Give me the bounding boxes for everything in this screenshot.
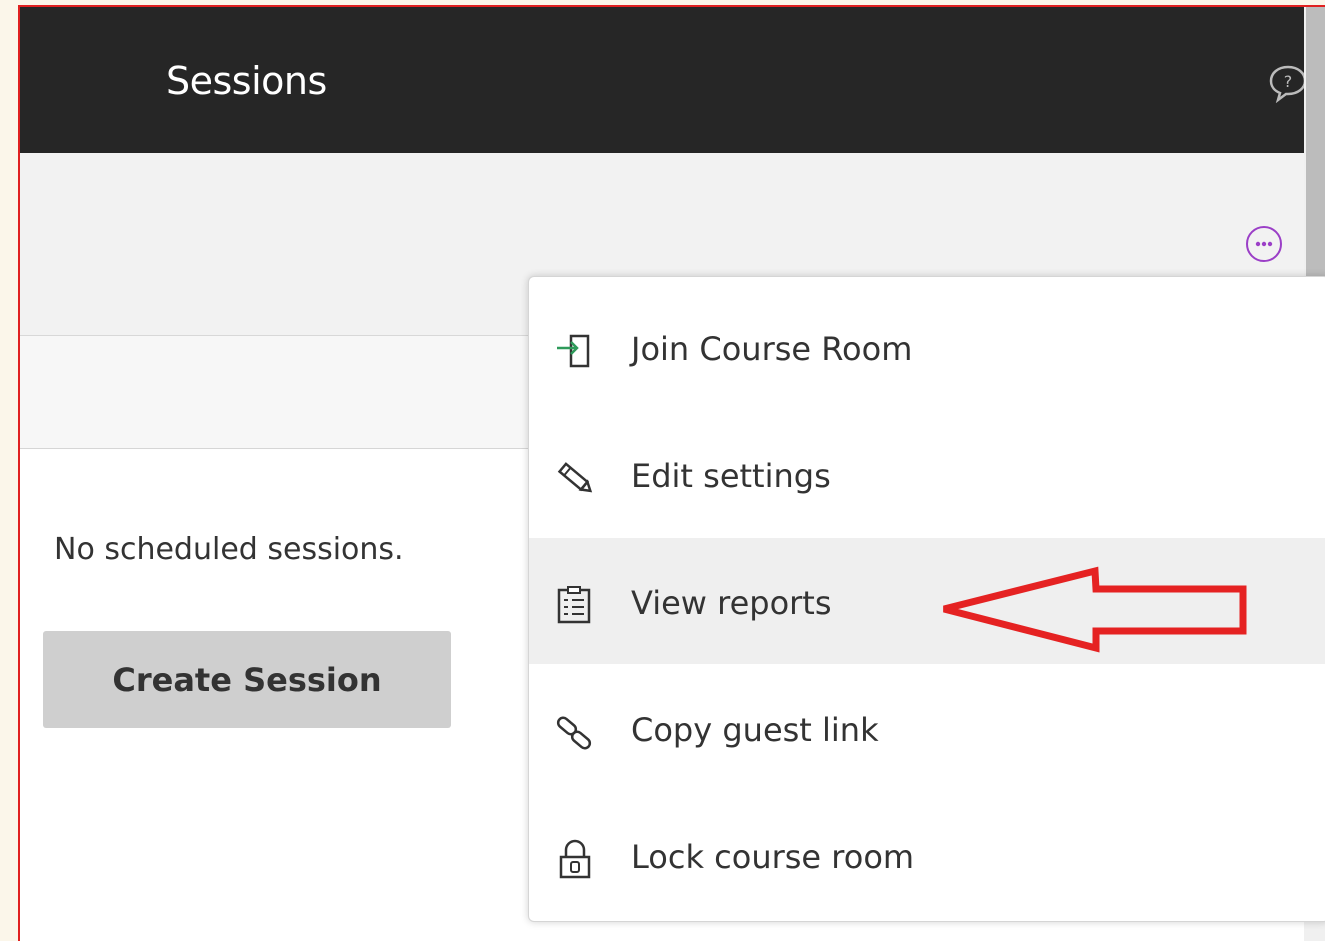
- link-icon: [556, 716, 592, 750]
- join-icon: [557, 334, 590, 368]
- report-icon: [557, 586, 591, 624]
- menu-item-edit-settings[interactable]: Edit settings: [529, 411, 1325, 537]
- menu-item-label: Copy guest link: [631, 711, 879, 749]
- menu-item-copy-guest-link[interactable]: Copy guest link: [529, 665, 1325, 791]
- menu-item-join-course-room[interactable]: Join Course Room: [529, 284, 1325, 410]
- pencil-icon: [557, 462, 593, 493]
- more-options-icon: [1255, 241, 1273, 247]
- more-options-button[interactable]: [1246, 226, 1282, 262]
- svg-text:?: ?: [1284, 72, 1293, 91]
- menu-item-label: View reports: [631, 584, 832, 622]
- menu-item-label: Edit settings: [631, 457, 831, 495]
- help-chat-icon[interactable]: ?: [1268, 63, 1308, 103]
- lock-icon: [559, 839, 591, 879]
- no-sessions-text: No scheduled sessions.: [54, 532, 404, 567]
- red-arrow-annotation: [943, 566, 1247, 653]
- menu-item-label: Join Course Room: [631, 330, 913, 368]
- page-title: Sessions: [166, 59, 327, 103]
- menu-item-label: Lock course room: [631, 838, 915, 876]
- create-session-button[interactable]: Create Session: [43, 631, 451, 728]
- top-bar: Sessions ?: [20, 7, 1325, 153]
- menu-item-lock-course-room[interactable]: Lock course room: [529, 792, 1325, 918]
